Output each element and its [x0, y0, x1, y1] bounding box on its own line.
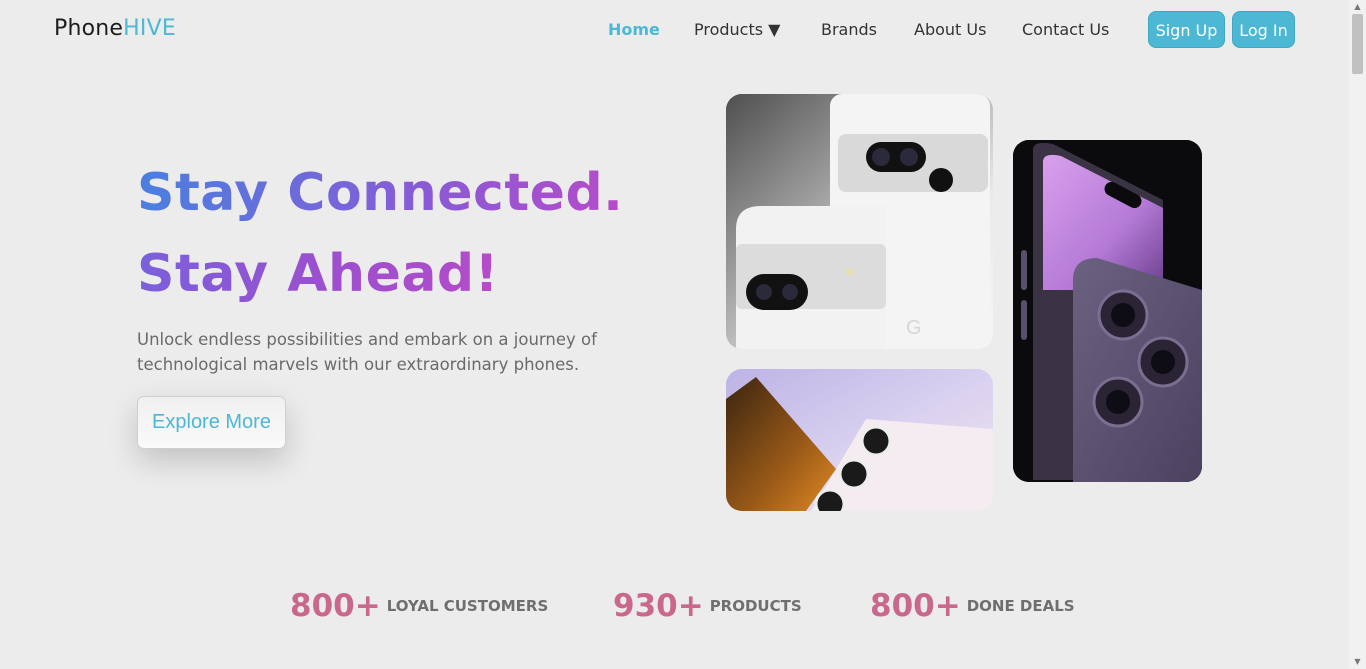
stat-number: 930+: [613, 588, 704, 624]
logo-part-hive: HIVE: [123, 16, 176, 41]
login-button[interactable]: Log In: [1232, 11, 1295, 48]
hero-title-line2: Stay Ahead!: [137, 244, 499, 304]
stat-done-deals: 800+ DONE DEALS: [870, 588, 1075, 624]
stat-number: 800+: [870, 588, 961, 624]
stat-label: LOYAL CUSTOMERS: [386, 597, 549, 615]
stat-number: 800+: [290, 588, 381, 624]
navbar: PhoneHIVE Home Products ▼ Brands About U…: [0, 0, 1349, 60]
stat-label: DONE DEALS: [966, 597, 1075, 615]
nav-contact-link[interactable]: Contact Us: [1022, 20, 1109, 39]
logo-part-phone: Phone: [54, 16, 124, 41]
scroll-up-arrow-icon[interactable]: ▲: [1349, 0, 1366, 14]
stat-label: PRODUCTS: [709, 597, 802, 615]
nav-home-link[interactable]: Home: [608, 20, 660, 39]
phone-image-lavender-galaxy: [726, 369, 993, 511]
hero-title-line1: Stay Connected.: [137, 163, 624, 223]
explore-more-button[interactable]: Explore More: [137, 396, 286, 449]
hero-subtitle: Unlock endless possibilities and embark …: [137, 330, 597, 374]
stat-products: 930+ PRODUCTS: [613, 588, 802, 624]
vertical-scrollbar[interactable]: ▲ ▼: [1349, 0, 1366, 669]
svg-text:G: G: [906, 317, 922, 339]
phone-image-purple-iphone: [1013, 140, 1202, 482]
white-pixel-phones-illustration: G: [726, 94, 993, 349]
lavender-galaxy-phone-illustration: [726, 369, 993, 511]
signup-button[interactable]: Sign Up: [1148, 11, 1225, 48]
nav-brands-link[interactable]: Brands: [821, 20, 877, 39]
site-logo[interactable]: PhoneHIVE: [54, 16, 176, 41]
scroll-thumb[interactable]: [1352, 14, 1363, 74]
nav-about-link[interactable]: About Us: [914, 20, 986, 39]
nav-products-dropdown[interactable]: Products ▼: [694, 20, 780, 39]
scroll-down-arrow-icon[interactable]: ▼: [1349, 655, 1366, 669]
phone-image-white-pixel: G: [726, 94, 993, 349]
purple-iphone-pro-illustration: [1013, 140, 1202, 482]
stat-loyal-customers: 800+ LOYAL CUSTOMERS: [290, 588, 548, 624]
